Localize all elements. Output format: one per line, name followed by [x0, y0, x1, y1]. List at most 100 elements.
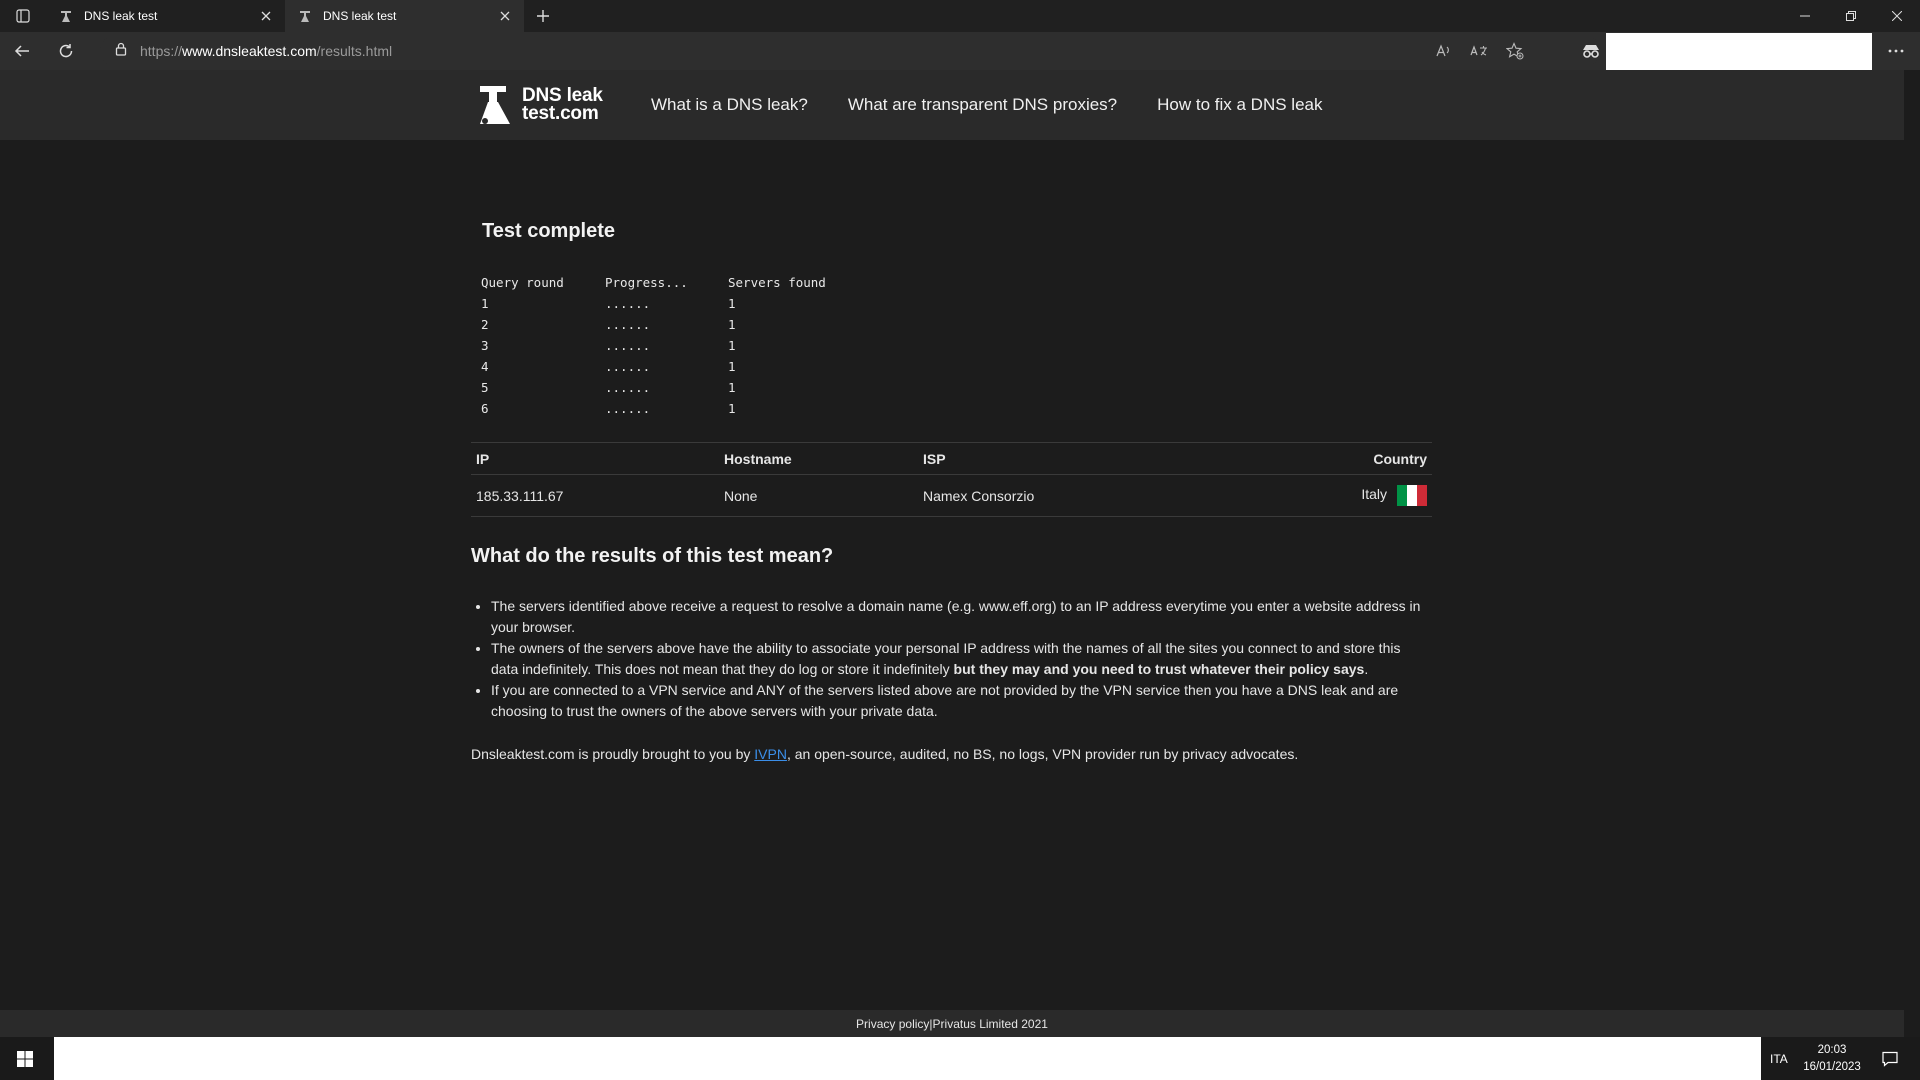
tab-title: DNS leak test: [323, 9, 397, 23]
logo-text: DNS leak test.com: [522, 86, 603, 124]
round-row: 1 ...... 1: [481, 293, 878, 314]
restore-icon: [1846, 11, 1856, 21]
round-row: 6 ...... 1: [481, 398, 878, 419]
tab-title: DNS leak test: [84, 9, 158, 23]
round-number: 1: [481, 296, 489, 311]
window-controls: [1782, 0, 1920, 32]
main-nav: What is a DNS leak? What are transparent…: [651, 70, 1322, 140]
rounds-header-round: Query round: [481, 275, 564, 290]
page-scrollbar[interactable]: [1904, 70, 1920, 1037]
start-button[interactable]: [0, 1037, 50, 1080]
round-row: 4 ...... 1: [481, 356, 878, 377]
dns-favicon-icon: [297, 8, 313, 24]
address-bar[interactable]: https://www.dnsleaktest.com/results.html: [100, 35, 1600, 67]
cell-ip: 185.33.111.67: [471, 474, 719, 517]
rounds-header-progress: Progress...: [605, 275, 688, 290]
read-aloud-icon[interactable]: [1430, 38, 1456, 64]
table-row: 185.33.111.67 None Namex Consorzio Italy: [471, 474, 1432, 517]
refresh-icon: [59, 44, 73, 58]
translate-icon[interactable]: [1466, 38, 1492, 64]
col-header-ip: IP: [471, 442, 719, 475]
clock-date: 16/01/2023: [1803, 1061, 1861, 1073]
query-rounds: Query round Progress... Servers found 1 …: [481, 272, 878, 419]
clock-time: 20:03: [1817, 1044, 1847, 1056]
redacted-taskbar-area: [54, 1037, 1761, 1080]
col-header-isp: ISP: [918, 442, 1235, 475]
tab-actions-button[interactable]: [0, 0, 46, 32]
refresh-button[interactable]: [44, 32, 88, 70]
test-status-title: Test complete: [482, 220, 615, 242]
round-progress: ......: [605, 296, 651, 311]
site-header: DNS leak test.com What is a DNS leak? Wh…: [0, 70, 1904, 140]
url-prefix: https://: [140, 43, 183, 59]
tap-logo-icon: [480, 86, 510, 124]
round-number: 6: [481, 401, 489, 416]
round-servers: 1: [728, 317, 736, 332]
list-item: If you are connected to a VPN service an…: [491, 680, 1431, 722]
round-servers: 1: [728, 401, 736, 416]
item-tail: .: [1364, 661, 1369, 677]
nav-what-is-dns-leak[interactable]: What is a DNS leak?: [651, 95, 808, 115]
url-path: /results.html: [316, 43, 393, 59]
plus-icon: [537, 10, 549, 22]
tab-actions-icon: [16, 9, 30, 23]
back-button[interactable]: [0, 32, 44, 70]
credit-after: , an open-source, audited, no BS, no log…: [786, 746, 1299, 762]
round-number: 3: [481, 338, 489, 353]
round-progress: ......: [605, 338, 651, 353]
url-text[interactable]: https://www.dnsleaktest.com/results.html: [140, 43, 392, 59]
credit-before: Dnsleaktest.com is proudly brought to yo…: [471, 746, 755, 762]
nav-transparent-dns-proxies[interactable]: What are transparent DNS proxies?: [848, 95, 1117, 115]
logo-line-2: test.com: [522, 103, 599, 124]
restore-button[interactable]: [1828, 0, 1874, 32]
rounds-header: Query round Progress... Servers found: [481, 272, 878, 293]
round-progress: ......: [605, 359, 651, 374]
privacy-policy-link[interactable]: Privacy policy: [856, 1017, 929, 1031]
close-window-button[interactable]: [1874, 0, 1920, 32]
round-progress: ......: [605, 317, 651, 332]
close-icon[interactable]: [496, 7, 514, 25]
notification-icon: [1882, 1051, 1898, 1067]
round-servers: 1: [728, 380, 736, 395]
close-icon[interactable]: [257, 7, 275, 25]
results-table: IP Hostname ISP Country 185.33.111.67 No…: [471, 442, 1432, 517]
credit-line: Dnsleaktest.com is proudly brought to yo…: [471, 746, 1298, 762]
close-icon: [1892, 11, 1902, 21]
lock-icon[interactable]: [114, 42, 128, 61]
site-logo[interactable]: DNS leak test.com: [476, 82, 603, 128]
url-host: www.dnsleaktest.com: [182, 43, 317, 59]
redacted-area: [1606, 33, 1872, 73]
notification-center-button[interactable]: [1870, 1037, 1910, 1080]
more-horizontal-icon: [1888, 49, 1904, 53]
page-viewport: DNS leak test.com What is a DNS leak? Wh…: [0, 70, 1904, 1037]
list-item: The servers identified above receive a r…: [491, 596, 1431, 638]
round-row: 5 ...... 1: [481, 377, 878, 398]
round-row: 3 ...... 1: [481, 335, 878, 356]
favorites-star-icon[interactable]: [1502, 38, 1528, 64]
tab-bar: DNS leak test DNS leak test: [0, 0, 1920, 32]
round-servers: 1: [728, 359, 736, 374]
round-progress: ......: [605, 401, 651, 416]
windows-logo-icon: [17, 1050, 33, 1067]
ivpn-link[interactable]: IVPN: [754, 746, 787, 762]
item-text: The servers identified above receive a r…: [491, 598, 1421, 635]
system-clock[interactable]: 20:03 16/01/2023: [1800, 1042, 1864, 1076]
item-bold-text: but they may and you need to trust whate…: [953, 661, 1365, 677]
nav-how-to-fix[interactable]: How to fix a DNS leak: [1157, 95, 1322, 115]
italy-flag-icon: [1397, 485, 1427, 506]
dns-favicon-icon: [58, 8, 74, 24]
new-tab-button[interactable]: [524, 0, 562, 32]
browser-tab-2[interactable]: DNS leak test: [285, 0, 524, 32]
incognito-icon: [1583, 45, 1599, 58]
round-servers: 1: [728, 296, 736, 311]
rounds-header-servers: Servers found: [728, 275, 826, 290]
browser-tab-1[interactable]: DNS leak test: [46, 0, 285, 32]
list-item: The owners of the servers above have the…: [491, 638, 1431, 680]
results-header-row: IP Hostname ISP Country: [471, 442, 1432, 475]
site-footer: Privacy policy | Privatus Limited 2021: [0, 1010, 1904, 1037]
minimize-icon: [1800, 15, 1810, 17]
input-language-indicator[interactable]: ITA: [1770, 1037, 1788, 1080]
profile-button[interactable]: [1574, 34, 1608, 68]
settings-menu-button[interactable]: [1874, 32, 1918, 70]
minimize-button[interactable]: [1782, 0, 1828, 32]
